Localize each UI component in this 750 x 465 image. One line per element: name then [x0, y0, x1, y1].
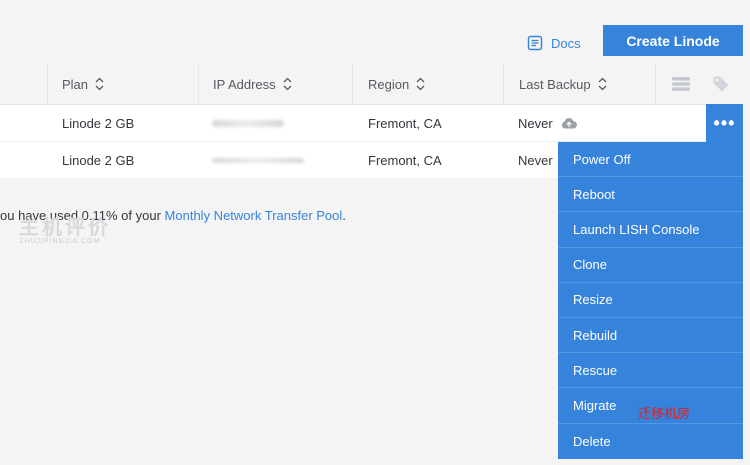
column-header-region[interactable]: Region [368, 64, 425, 104]
sort-icon [95, 77, 104, 91]
transfer-pool-link[interactable]: Monthly Network Transfer Pool [165, 208, 343, 223]
plan-cell: Linode 2 GB [62, 115, 135, 131]
menu-item-clone[interactable]: Clone [558, 248, 743, 283]
column-label: IP Address [213, 76, 276, 92]
sort-icon [598, 77, 607, 91]
more-actions-button[interactable]: ••• [706, 104, 743, 142]
view-toggles [672, 64, 730, 104]
last-backup-cell: Never [518, 105, 577, 141]
last-backup-value: Never [518, 115, 553, 131]
column-divider [198, 64, 199, 104]
cloud-upload-icon[interactable] [561, 117, 577, 129]
list-view-icon[interactable] [672, 76, 690, 92]
menu-item-power-off[interactable]: Power Off [558, 142, 743, 178]
column-label: Region [368, 76, 410, 92]
table-header: Plan IP Address Region Last Backup [0, 64, 743, 105]
sort-icon [283, 77, 292, 91]
column-divider [352, 64, 353, 104]
document-icon [527, 35, 543, 51]
region-cell: Fremont, CA [368, 115, 442, 131]
table-row[interactable]: Linode 2 GB Fremont, CA Never [0, 105, 743, 142]
sort-icon [416, 77, 425, 91]
menu-item-resize[interactable]: Resize [558, 283, 743, 318]
redacted-ip [212, 119, 284, 127]
column-header-last-backup[interactable]: Last Backup [519, 64, 607, 104]
column-divider [503, 64, 504, 104]
ip-address-cell[interactable] [212, 142, 304, 178]
transfer-pool-notice: ou have used 0.11% of your Monthly Netwo… [0, 208, 346, 223]
column-header-plan[interactable]: Plan [62, 64, 104, 104]
docs-link[interactable]: Docs [527, 33, 581, 53]
migrate-annotation: 迁移机房 [638, 406, 691, 421]
column-label: Last Backup [519, 76, 591, 92]
menu-item-rebuild[interactable]: Rebuild [558, 318, 743, 354]
menu-item-rescue[interactable]: Rescue [558, 353, 743, 389]
top-bar: Docs Create Linode [0, 0, 750, 64]
menu-item-reboot[interactable]: Reboot [558, 177, 743, 213]
transfer-suffix: . [342, 208, 346, 223]
redacted-ip [212, 157, 304, 163]
region-cell: Fremont, CA [368, 152, 442, 168]
column-header-ip-address[interactable]: IP Address [213, 64, 292, 104]
menu-item-launch-lish-console[interactable]: Launch LISH Console [558, 212, 743, 248]
column-divider [655, 64, 656, 104]
plan-cell: Linode 2 GB [62, 152, 135, 168]
column-label: Plan [62, 76, 89, 92]
watermark-domain: ZHUJIPINGJIA.COM [19, 238, 101, 245]
ip-address-cell[interactable] [212, 105, 284, 141]
create-linode-button[interactable]: Create Linode [603, 25, 743, 56]
last-backup-cell: Never [518, 152, 553, 168]
transfer-text: ou have used 0.11% of your [0, 208, 165, 223]
column-divider [47, 64, 48, 104]
menu-item-delete[interactable]: Delete [558, 424, 743, 459]
docs-label: Docs [551, 35, 581, 51]
tag-icon[interactable] [712, 75, 730, 93]
